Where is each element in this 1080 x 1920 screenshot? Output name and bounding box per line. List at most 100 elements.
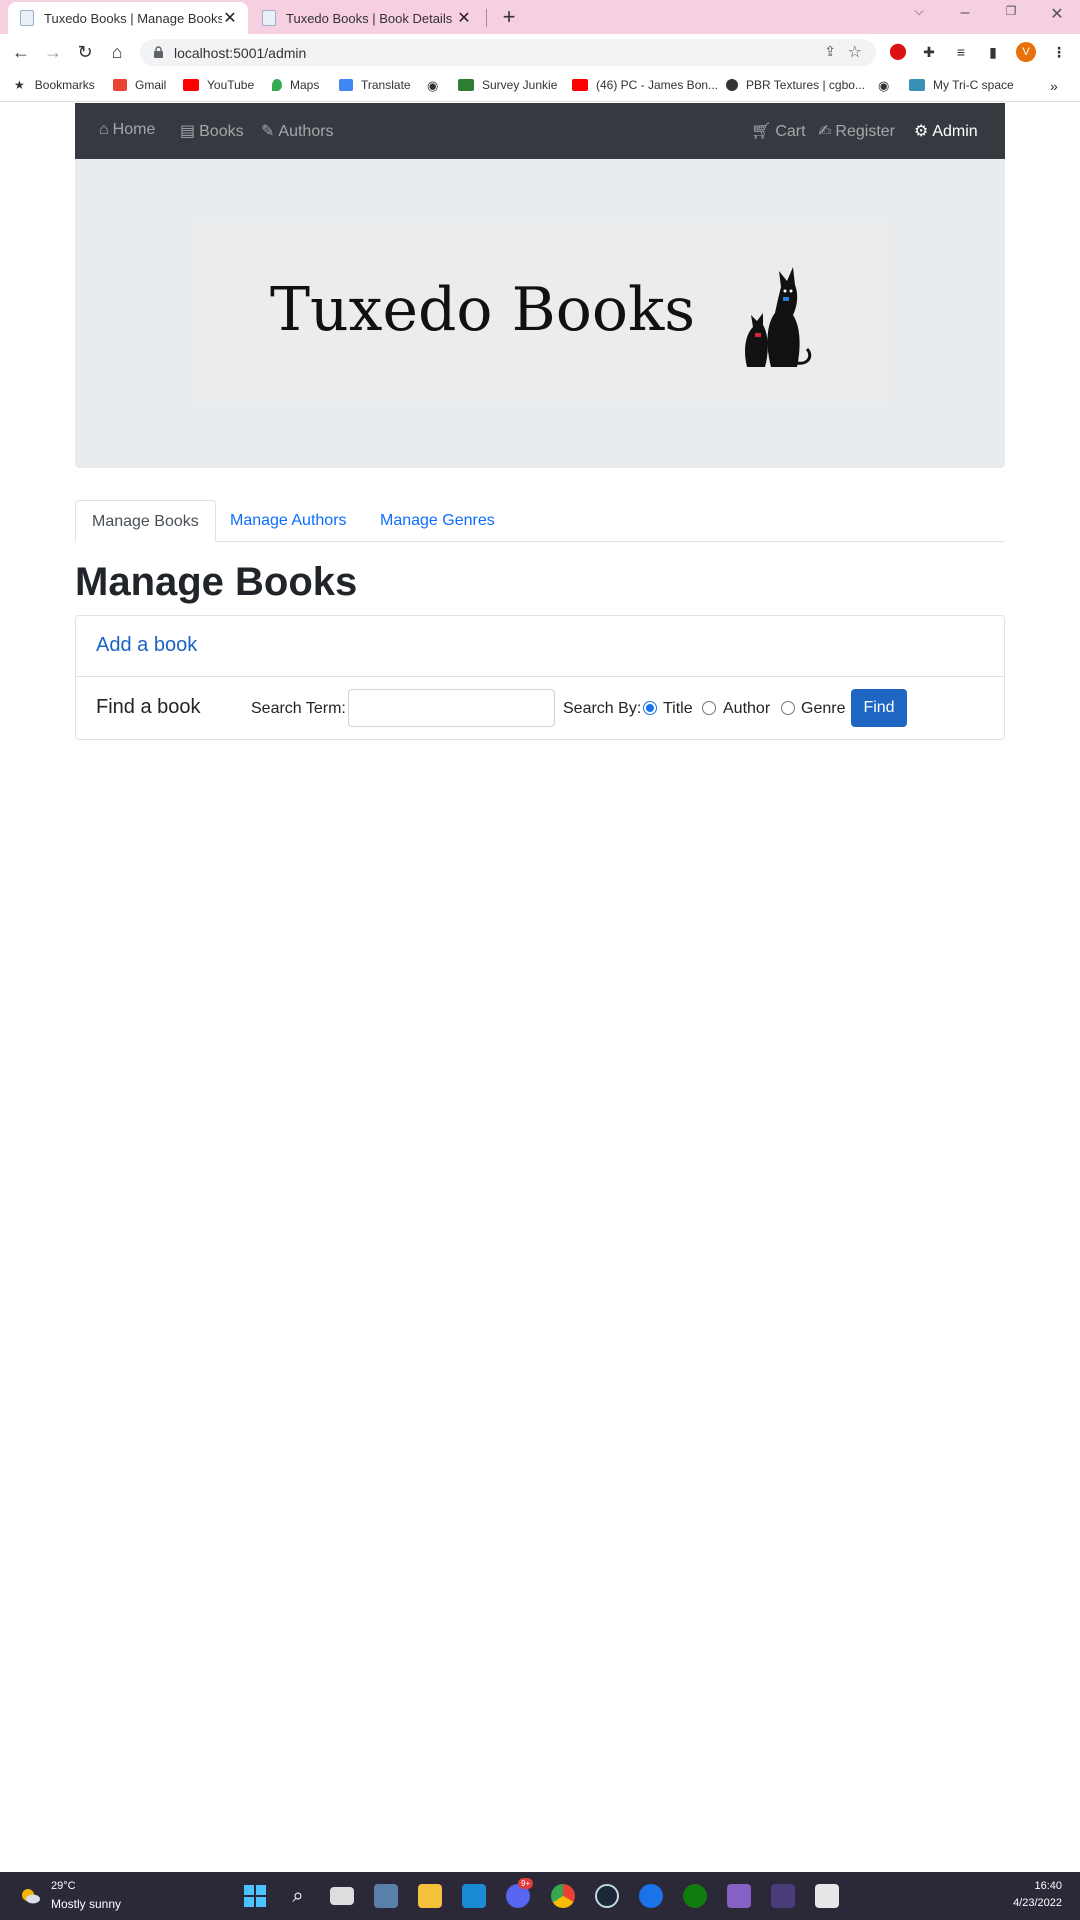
radio-genre-label: Genre bbox=[801, 700, 846, 717]
tri-c-icon bbox=[909, 79, 925, 91]
chrome-menu-icon[interactable]: ⋮ bbox=[1050, 43, 1068, 61]
search-by-label: Search By: bbox=[563, 700, 642, 717]
youtube-icon bbox=[183, 79, 199, 91]
home-icon[interactable]: ⌂ bbox=[105, 40, 129, 64]
tab-title: Tuxedo Books | Manage Books bbox=[44, 10, 222, 26]
more-bookmarks-icon[interactable]: » bbox=[1050, 78, 1058, 94]
cart-icon: 🛒︎ bbox=[751, 123, 772, 140]
restore-icon[interactable]: ❐ bbox=[999, 4, 1023, 18]
tab-search-icon[interactable]: ⌵ bbox=[907, 4, 931, 19]
nav-admin-link[interactable]: ⚙ Admin bbox=[914, 121, 978, 141]
close-window-icon[interactable]: ✕ bbox=[1045, 4, 1069, 24]
browser-toolbar: ← → ↻ ⌂ localhost:5001/admin ⇪ ☆ ⬤ ✚ ≡ ▮… bbox=[0, 34, 1080, 70]
start-windows-icon[interactable] bbox=[243, 1884, 267, 1908]
clock-time[interactable]: 16:40 bbox=[1010, 1880, 1062, 1892]
add-book-row: Add a book bbox=[76, 616, 1004, 677]
logo-text: Tuxedo Books bbox=[270, 275, 696, 345]
tuxedo-cats-logo-icon bbox=[745, 267, 812, 367]
radio-title[interactable] bbox=[643, 701, 657, 715]
visual-studio-icon[interactable] bbox=[727, 1884, 751, 1908]
close-tab-icon[interactable]: ✕ bbox=[456, 8, 472, 28]
bookmark-item-tri-c[interactable]: My Tri-C space bbox=[909, 78, 1014, 92]
bookmark-item-bookmarks[interactable]: ★ Bookmarks bbox=[14, 78, 95, 92]
bookmark-item-youtube-pc[interactable]: (46) PC - James Bon... bbox=[572, 78, 718, 92]
globe-icon: ◉ bbox=[878, 78, 890, 93]
add-book-link[interactable]: Add a book bbox=[96, 634, 197, 657]
clock-date[interactable]: 4/23/2022 bbox=[990, 1897, 1062, 1909]
address-bar[interactable]: localhost:5001/admin ⇪ ☆ bbox=[140, 39, 876, 66]
share-icon[interactable]: ⇪ bbox=[824, 43, 836, 60]
youtube-icon bbox=[572, 79, 588, 91]
search-icon[interactable]: ⌕ bbox=[286, 1884, 310, 1908]
page-favicon-icon bbox=[262, 10, 276, 26]
bookmarks-bar: ★ Bookmarks Gmail YouTube Maps Translate … bbox=[0, 70, 1080, 102]
tab-manage-genres[interactable]: Manage Genres bbox=[364, 500, 511, 542]
bookmark-star-icon[interactable]: ☆ bbox=[848, 42, 862, 62]
back-icon[interactable]: ← bbox=[9, 40, 33, 64]
bookmark-item-gmail[interactable]: Gmail bbox=[113, 78, 166, 92]
task-view-icon[interactable] bbox=[330, 1887, 354, 1905]
gmail-icon bbox=[113, 79, 127, 91]
weather-text: Mostly sunny bbox=[51, 1897, 122, 1911]
screen: Tuxedo Books | Manage Books ✕ Tuxedo Boo… bbox=[0, 0, 1080, 1920]
browser-tab-manage-books[interactable]: Tuxedo Books | Manage Books ✕ bbox=[8, 2, 248, 34]
windows-taskbar: 29°C Mostly sunny ⌕ 9+ 16:40 4/23/2022 bbox=[0, 1872, 1080, 1920]
tab-separator bbox=[486, 9, 487, 27]
radio-author[interactable] bbox=[702, 701, 716, 715]
file-explorer-icon[interactable] bbox=[418, 1884, 442, 1908]
adblock-extension-icon[interactable]: ⬤ bbox=[889, 43, 907, 61]
search-term-input[interactable] bbox=[348, 689, 555, 727]
survey-junkie-icon bbox=[458, 79, 474, 91]
profile-avatar[interactable]: V bbox=[1016, 42, 1036, 62]
store-app-icon[interactable] bbox=[639, 1884, 663, 1908]
radio-genre[interactable] bbox=[781, 701, 795, 715]
nav-authors-link[interactable]: ✎ Authors bbox=[261, 121, 334, 141]
temperature-text: 29°C bbox=[51, 1880, 76, 1892]
forward-icon[interactable]: → bbox=[41, 40, 65, 64]
star-icon: ★ bbox=[14, 78, 25, 92]
bookmark-item-pbr-textures[interactable]: PBR Textures | cgbo... bbox=[726, 78, 865, 92]
browser-tab-book-details[interactable]: Tuxedo Books | Book Details ✕ bbox=[252, 2, 482, 34]
manage-books-card: Add a book Find a book Search Term: Sear… bbox=[75, 615, 1005, 740]
book-icon: ▤ bbox=[180, 123, 196, 140]
maps-pin-icon bbox=[272, 79, 282, 91]
nav-cart-link[interactable]: 🛒︎ Cart bbox=[751, 121, 806, 141]
chrome-icon[interactable] bbox=[551, 1884, 575, 1908]
mail-icon[interactable] bbox=[462, 1884, 486, 1908]
side-panel-icon[interactable]: ▮ bbox=[984, 43, 1002, 61]
tab-manage-authors[interactable]: Manage Authors bbox=[214, 500, 363, 542]
site-logo: Tuxedo Books bbox=[190, 221, 890, 403]
gear-icon: ⚙ bbox=[914, 123, 929, 140]
new-tab-icon[interactable]: + bbox=[498, 4, 520, 30]
nav-register-link[interactable]: ✍︎ Register bbox=[818, 121, 895, 141]
calculator-app-icon[interactable] bbox=[374, 1884, 398, 1908]
discord-icon[interactable]: 9+ bbox=[506, 1878, 534, 1908]
bookmark-item-globe-2[interactable]: ◉ bbox=[878, 78, 889, 94]
xbox-icon[interactable] bbox=[683, 1884, 707, 1908]
find-book-heading: Find a book bbox=[96, 696, 201, 718]
notification-badge: 9+ bbox=[518, 1878, 534, 1889]
find-button[interactable]: Find bbox=[851, 689, 907, 727]
reading-list-icon[interactable]: ≡ bbox=[952, 43, 970, 61]
tab-manage-books[interactable]: Manage Books bbox=[75, 500, 216, 542]
bookmark-item-translate[interactable]: Translate bbox=[339, 78, 411, 92]
search-term-label: Search Term: bbox=[251, 700, 346, 717]
bookmark-item-survey-junkie[interactable]: Survey Junkie bbox=[458, 78, 557, 92]
weather-sunny-icon[interactable] bbox=[20, 1887, 40, 1905]
snipping-tool-icon[interactable] bbox=[815, 1884, 839, 1908]
nav-books-link[interactable]: ▤ Books bbox=[180, 121, 244, 141]
page-title: Manage Books bbox=[75, 560, 358, 604]
minimize-icon[interactable]: – bbox=[953, 4, 977, 22]
steam-icon[interactable] bbox=[595, 1884, 619, 1908]
terminal-icon[interactable] bbox=[771, 1884, 795, 1908]
bookmark-item-globe[interactable]: ◉ bbox=[427, 78, 438, 94]
translate-icon bbox=[339, 79, 353, 91]
nav-home-link[interactable]: ⌂ Home bbox=[99, 121, 155, 139]
tab-title: Tuxedo Books | Book Details bbox=[286, 10, 453, 26]
close-tab-icon[interactable]: ✕ bbox=[222, 8, 238, 28]
extensions-puzzle-icon[interactable]: ✚ bbox=[920, 43, 938, 61]
bookmark-item-youtube[interactable]: YouTube bbox=[183, 78, 254, 92]
admin-tabs: Manage Books Manage Authors Manage Genre… bbox=[75, 500, 1005, 542]
reload-icon[interactable]: ↻ bbox=[73, 40, 97, 64]
bookmark-item-maps[interactable]: Maps bbox=[272, 78, 319, 92]
